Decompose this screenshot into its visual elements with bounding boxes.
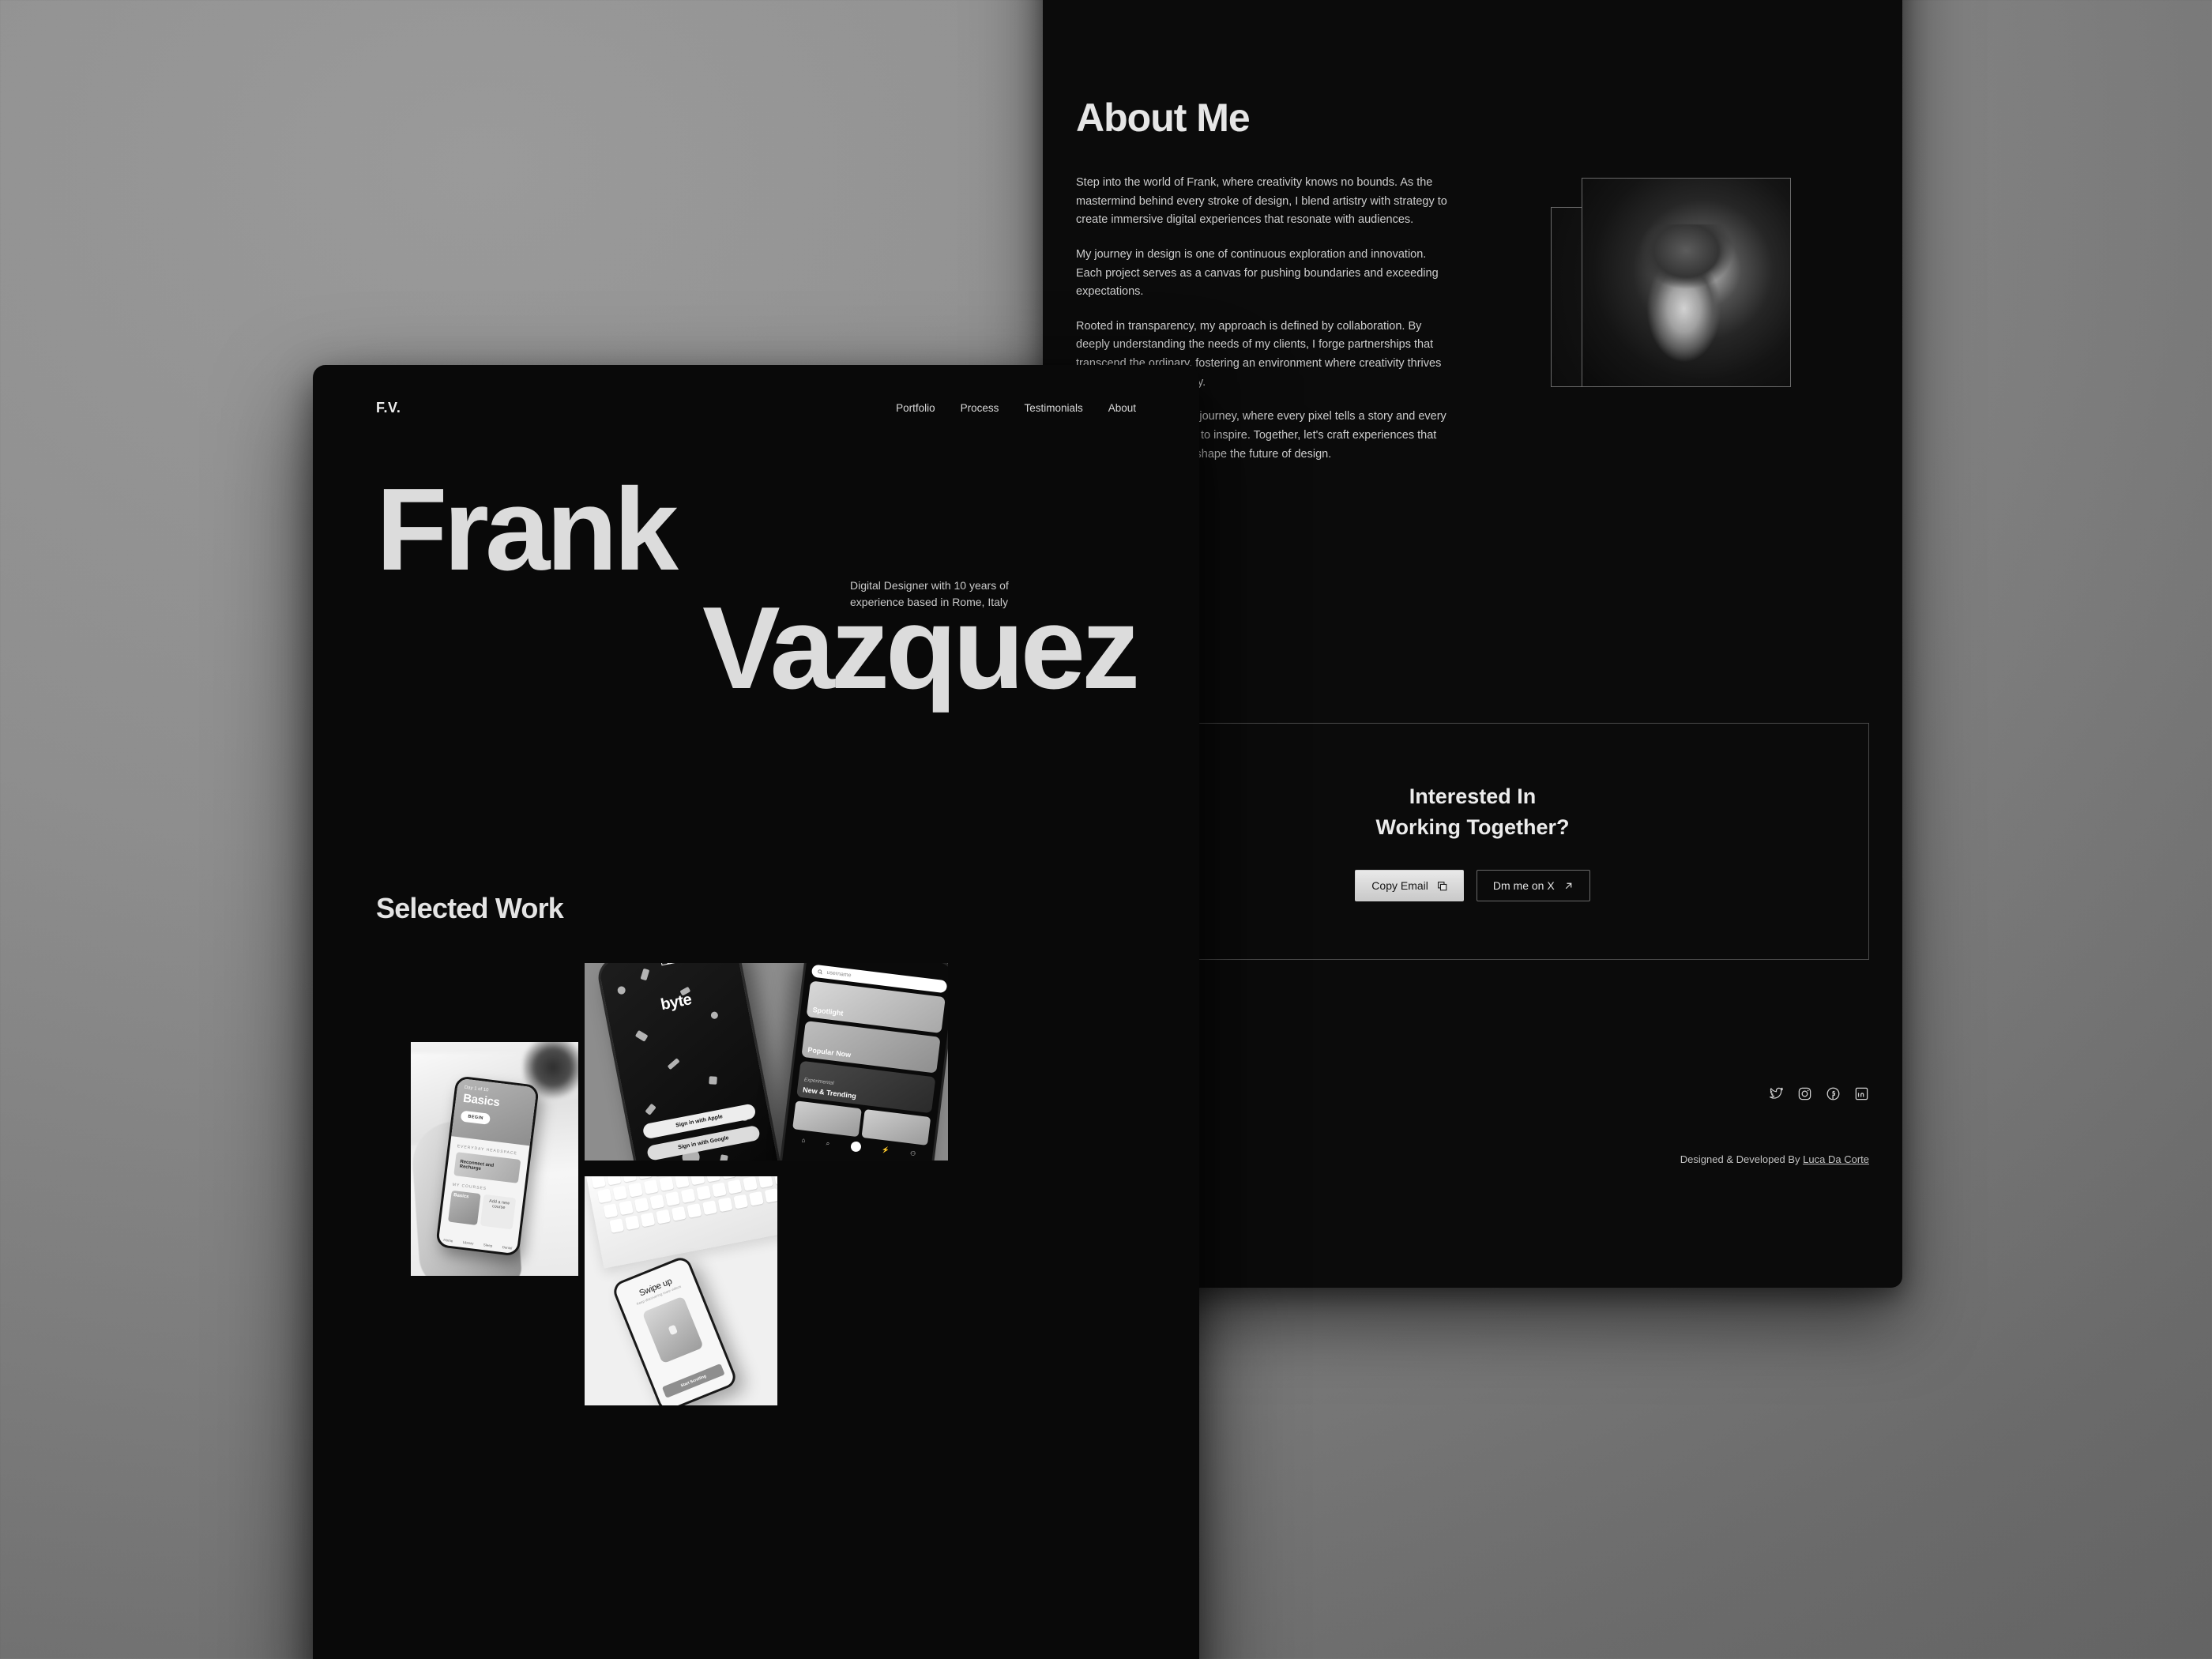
recharge-card[interactable]: Reconnect and Recharge <box>453 1152 521 1184</box>
cta-heading-line1: Interested In <box>1409 784 1537 808</box>
keyboard-icon <box>585 1176 777 1269</box>
tab-home[interactable]: Home <box>443 1238 453 1243</box>
copy-icon <box>1437 881 1447 891</box>
portrait-face <box>1627 224 1745 370</box>
camera-icon[interactable] <box>849 1141 862 1153</box>
portrait-photo-icon <box>1582 178 1791 387</box>
instagram-icon[interactable] <box>1797 1086 1812 1101</box>
hero-first-name: Frank <box>376 465 679 595</box>
hero-section: Frank Vazquez Digital Designer with 10 y… <box>376 465 1140 714</box>
nav-item-process[interactable]: Process <box>961 402 999 414</box>
about-paragraph: Step into the world of Frank, where crea… <box>1076 176 1447 227</box>
site-logo[interactable]: F.V. <box>376 400 401 416</box>
byte-feed-phone: 12:43 username Spotlight Popular Now Exp… <box>774 963 948 1161</box>
swipe-up-phone: Swipe up Keep discovering more videos St… <box>610 1255 739 1406</box>
cta-heading-line2: Working Together? <box>1375 815 1570 839</box>
copy-email-label: Copy Email <box>1371 879 1428 893</box>
about-title: About Me <box>1076 96 1251 140</box>
start-scrolling-button[interactable]: Start Scrolling <box>661 1364 725 1399</box>
footer-credit: Designed & Developed By Luca Da Corte <box>1680 1153 1869 1165</box>
tab-profile[interactable]: Daniel <box>502 1245 512 1251</box>
hero-tagline: Digital Designer with 10 years of experi… <box>850 579 1009 609</box>
work-tile-swipe-up[interactable]: Swipe up Keep discovering more videos St… <box>585 1176 777 1406</box>
work-tile-byte[interactable]: byte Sign in with Apple Sign in with Goo… <box>585 963 948 1161</box>
search-placeholder: username <box>826 969 852 979</box>
social-links <box>1769 1086 1869 1101</box>
byte-brand-label: byte <box>659 991 694 1014</box>
foreground-browser-window[interactable]: F.V. Portfolio Process Testimonials Abou… <box>313 365 1199 1659</box>
course-card-add[interactable]: Add a new course <box>480 1194 517 1230</box>
copy-email-button[interactable]: Copy Email <box>1355 870 1464 902</box>
nav-item-testimonials[interactable]: Testimonials <box>1024 402 1082 414</box>
about-paragraph: My journey in design is one of continuou… <box>1076 247 1439 299</box>
hero-last-name: Vazquez <box>702 583 1140 714</box>
linkedin-icon[interactable] <box>1854 1086 1869 1101</box>
home-icon[interactable]: ⌂ <box>801 1137 806 1145</box>
dm-on-x-button[interactable]: Dm me on X <box>1476 870 1590 902</box>
bolt-icon[interactable]: ⚡ <box>881 1146 890 1154</box>
search-icon <box>818 969 822 975</box>
nav-item-portfolio[interactable]: Portfolio <box>896 402 935 414</box>
selected-work-title: Selected Work <box>376 892 564 925</box>
search-tab-icon[interactable]: ⌕ <box>826 1139 830 1147</box>
begin-button[interactable]: BEGIN <box>460 1110 491 1126</box>
dm-on-x-label: Dm me on X <box>1492 879 1555 893</box>
byte-signin-phone: byte Sign in with Apple Sign in with Goo… <box>595 963 784 1161</box>
nav-links: Portfolio Process Testimonials About <box>896 402 1136 414</box>
course-card-basics[interactable]: Basics <box>448 1191 481 1226</box>
video-preview <box>641 1296 704 1364</box>
feed-card-trending-label: New & Trending <box>802 1085 857 1100</box>
profile-icon[interactable]: ⚇ <box>909 1150 916 1158</box>
tab-library[interactable]: Library <box>462 1240 473 1246</box>
foreground-window-content: F.V. Portfolio Process Testimonials Abou… <box>313 365 1199 1659</box>
work-tile-headspace[interactable]: Day 1 of 10 Basics BEGIN EVERYDAY HEADSP… <box>411 1042 578 1277</box>
cta-buttons: Copy Email Dm me on X <box>1355 870 1590 902</box>
facebook-icon[interactable] <box>1826 1086 1841 1101</box>
site-navbar: F.V. Portfolio Process Testimonials Abou… <box>376 365 1136 416</box>
byte-mark-icon <box>659 963 676 966</box>
work-grid: byte Sign in with Apple Sign in with Goo… <box>376 963 1136 1406</box>
footer-credit-link[interactable]: Luca Da Corte <box>1803 1153 1869 1165</box>
arrow-up-right-icon <box>1563 881 1574 891</box>
nav-item-about[interactable]: About <box>1108 402 1136 414</box>
twitter-icon[interactable] <box>1769 1086 1784 1101</box>
headspace-hero: Day 1 of 10 Basics BEGIN <box>451 1078 537 1146</box>
footer-credit-prefix: Designed & Developed By <box>1680 1153 1804 1165</box>
courses-grid: Basics Add a new course <box>448 1191 517 1230</box>
feed-card-subtitle: Experimental <box>803 1077 834 1087</box>
tab-sleep[interactable]: Sleep <box>483 1243 493 1247</box>
